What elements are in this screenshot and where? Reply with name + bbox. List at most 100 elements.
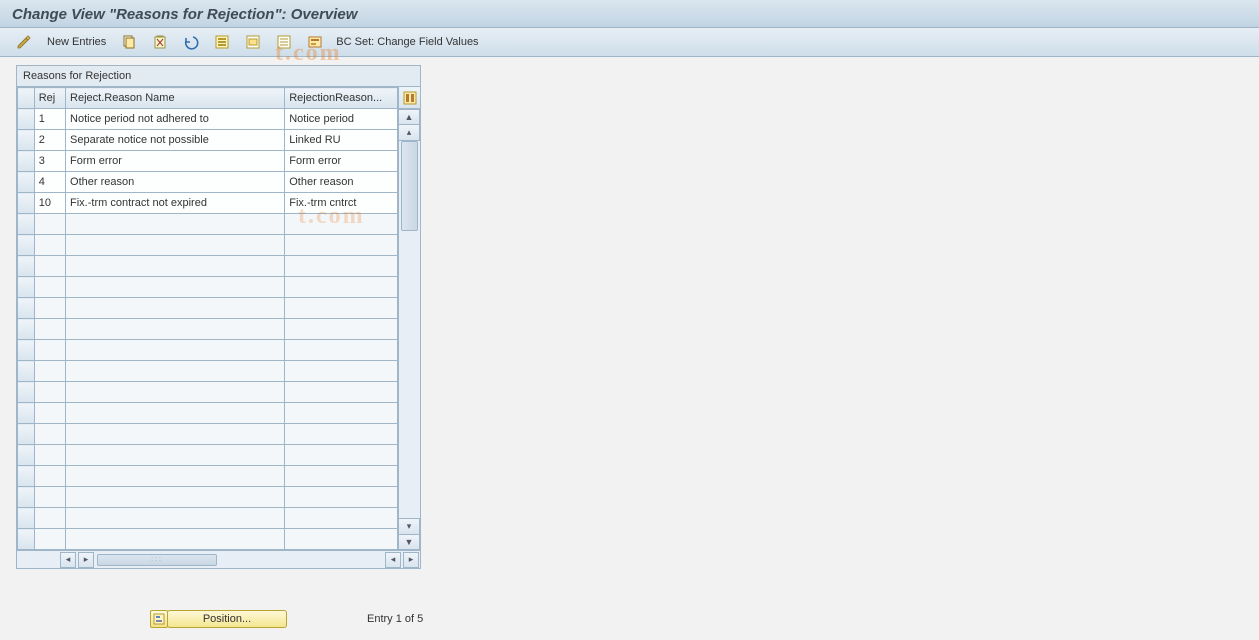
cell-desc[interactable]: Notice period [285, 109, 398, 130]
col-desc-header[interactable]: RejectionReason... [285, 88, 398, 109]
cell-desc[interactable] [285, 466, 398, 487]
cell-desc[interactable] [285, 508, 398, 529]
cell-name[interactable] [66, 424, 285, 445]
cell-rej[interactable] [34, 508, 65, 529]
cell-desc[interactable] [285, 361, 398, 382]
hscroll-left-icon[interactable]: ▸ [78, 552, 94, 568]
deselect-all-button[interactable] [270, 31, 298, 53]
cell-name[interactable] [66, 382, 285, 403]
row-selector[interactable] [18, 382, 35, 403]
row-selector[interactable] [18, 529, 35, 550]
row-selector[interactable] [18, 235, 35, 256]
row-selector[interactable] [18, 445, 35, 466]
cell-desc[interactable] [285, 298, 398, 319]
cell-rej[interactable]: 2 [34, 130, 65, 151]
row-selector[interactable] [18, 277, 35, 298]
cell-rej[interactable] [34, 214, 65, 235]
cell-rej[interactable] [34, 256, 65, 277]
bcset-button[interactable]: BC Set: Change Field Values [332, 34, 482, 50]
cell-rej[interactable] [34, 487, 65, 508]
row-selector[interactable] [18, 508, 35, 529]
cell-desc[interactable] [285, 529, 398, 550]
row-selector[interactable] [18, 403, 35, 424]
cell-desc[interactable] [285, 319, 398, 340]
table-settings-button[interactable] [399, 87, 420, 109]
cell-name[interactable]: Fix.-trm contract not expired [66, 193, 285, 214]
row-selector[interactable] [18, 361, 35, 382]
cell-rej[interactable]: 10 [34, 193, 65, 214]
cell-name[interactable] [66, 529, 285, 550]
cell-rej[interactable] [34, 361, 65, 382]
row-selector[interactable] [18, 109, 35, 130]
row-selector[interactable] [18, 424, 35, 445]
col-name-header[interactable]: Reject.Reason Name [66, 88, 285, 109]
cell-rej[interactable] [34, 466, 65, 487]
cell-rej[interactable] [34, 424, 65, 445]
cell-name[interactable] [66, 319, 285, 340]
cell-name[interactable] [66, 466, 285, 487]
toggle-change-display-button[interactable] [10, 31, 38, 53]
row-selector[interactable] [18, 298, 35, 319]
cell-desc[interactable]: Linked RU [285, 130, 398, 151]
cell-rej[interactable] [34, 298, 65, 319]
hscroll-thumb[interactable]: ::: [97, 554, 217, 566]
delete-button[interactable] [146, 31, 174, 53]
select-block-button[interactable] [239, 31, 267, 53]
cell-desc[interactable]: Other reason [285, 172, 398, 193]
cell-name[interactable] [66, 487, 285, 508]
row-selector[interactable] [18, 172, 35, 193]
row-selector[interactable] [18, 487, 35, 508]
cell-rej[interactable] [34, 319, 65, 340]
cell-name[interactable] [66, 340, 285, 361]
cell-desc[interactable] [285, 277, 398, 298]
cell-name[interactable] [66, 277, 285, 298]
cell-rej[interactable] [34, 403, 65, 424]
cell-name[interactable] [66, 361, 285, 382]
cell-rej[interactable] [34, 340, 65, 361]
cell-name[interactable]: Form error [66, 151, 285, 172]
scroll-up-step-icon[interactable]: ▴ [399, 125, 420, 141]
cell-rej[interactable] [34, 277, 65, 298]
cell-name[interactable] [66, 214, 285, 235]
scroll-down-step-icon[interactable]: ▾ [399, 518, 420, 534]
cell-desc[interactable] [285, 445, 398, 466]
cell-desc[interactable]: Form error [285, 151, 398, 172]
horizontal-scrollbar[interactable]: ◂ ▸ ::: ◂ ▸ [17, 550, 420, 568]
hscroll-first-icon[interactable]: ◂ [60, 552, 76, 568]
cell-name[interactable] [66, 445, 285, 466]
cell-desc[interactable] [285, 235, 398, 256]
cell-name[interactable] [66, 256, 285, 277]
cell-name[interactable] [66, 235, 285, 256]
cell-rej[interactable] [34, 445, 65, 466]
row-selector[interactable] [18, 466, 35, 487]
scroll-down-icon[interactable]: ▼ [399, 534, 420, 550]
col-rej-header[interactable]: Rej [34, 88, 65, 109]
row-selector[interactable] [18, 130, 35, 151]
vertical-scrollbar[interactable]: ▲ ▴ ▾ ▼ [399, 109, 420, 550]
row-selector[interactable] [18, 214, 35, 235]
row-selector[interactable] [18, 256, 35, 277]
cell-name[interactable]: Other reason [66, 172, 285, 193]
cell-name[interactable] [66, 508, 285, 529]
row-selector[interactable] [18, 151, 35, 172]
select-all-button[interactable] [208, 31, 236, 53]
cell-rej[interactable]: 4 [34, 172, 65, 193]
cell-rej[interactable] [34, 382, 65, 403]
cell-desc[interactable] [285, 403, 398, 424]
cell-desc[interactable] [285, 256, 398, 277]
cell-desc[interactable] [285, 340, 398, 361]
cell-name[interactable] [66, 403, 285, 424]
cell-name[interactable] [66, 298, 285, 319]
row-selector[interactable] [18, 340, 35, 361]
position-button[interactable]: Position... [150, 610, 287, 628]
cell-desc[interactable] [285, 382, 398, 403]
row-selector[interactable] [18, 193, 35, 214]
copy-as-button[interactable] [115, 31, 143, 53]
configuration-icon-button[interactable] [301, 31, 329, 53]
cell-rej[interactable] [34, 529, 65, 550]
scroll-thumb[interactable] [401, 141, 418, 231]
cell-desc[interactable] [285, 214, 398, 235]
undo-button[interactable] [177, 31, 205, 53]
new-entries-button[interactable]: New Entries [41, 32, 112, 52]
cell-desc[interactable] [285, 487, 398, 508]
